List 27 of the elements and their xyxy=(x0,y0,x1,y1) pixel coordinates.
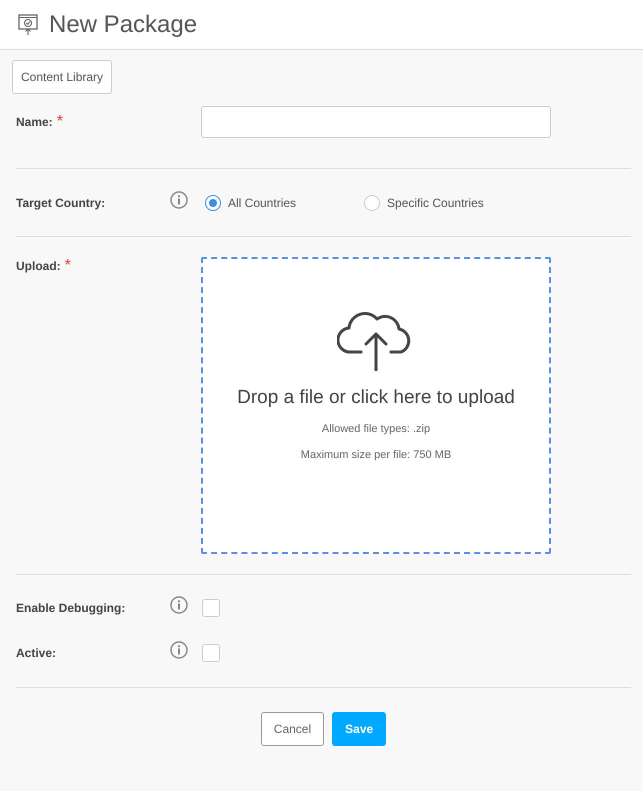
radio-option[interactable]: All Countries xyxy=(205,194,296,210)
required-mark: * xyxy=(64,257,71,274)
field-label: Enable Debugging: xyxy=(16,600,126,614)
field-label: Upload: xyxy=(16,259,61,273)
field-label: Target Country: xyxy=(16,196,106,210)
content-library-button[interactable]: Content Library xyxy=(12,60,112,94)
page-title: New Package xyxy=(49,10,198,38)
info-icon[interactable] xyxy=(170,191,188,209)
name-input[interactable] xyxy=(201,106,551,138)
upload-note: Maximum size per file: 750 MB xyxy=(300,449,452,461)
radio-button[interactable] xyxy=(364,194,380,210)
info-icon[interactable] xyxy=(170,641,188,659)
upload-note: Allowed file types: .zip xyxy=(322,423,430,435)
radio-button[interactable] xyxy=(205,194,221,210)
checkbox[interactable] xyxy=(202,644,220,662)
field-label: Active: xyxy=(16,646,56,660)
upload-prompt: Drop a file or click here to upload xyxy=(237,387,515,409)
cancel-button[interactable]: Cancel xyxy=(260,712,324,746)
required-mark: * xyxy=(56,113,63,130)
checkbox[interactable] xyxy=(202,598,220,616)
info-icon[interactable] xyxy=(170,596,188,614)
radio-label: All Countries xyxy=(228,196,296,210)
field-label: Name: xyxy=(16,115,53,129)
radio-option[interactable]: Specific Countries xyxy=(364,194,484,210)
radio-label: Specific Countries xyxy=(387,196,484,210)
presentation-icon xyxy=(18,14,38,36)
upload-dropzone[interactable]: Drop a file or click here to upload Allowed file types: .zip Maximum size per file: 750 MB xyxy=(201,257,551,554)
